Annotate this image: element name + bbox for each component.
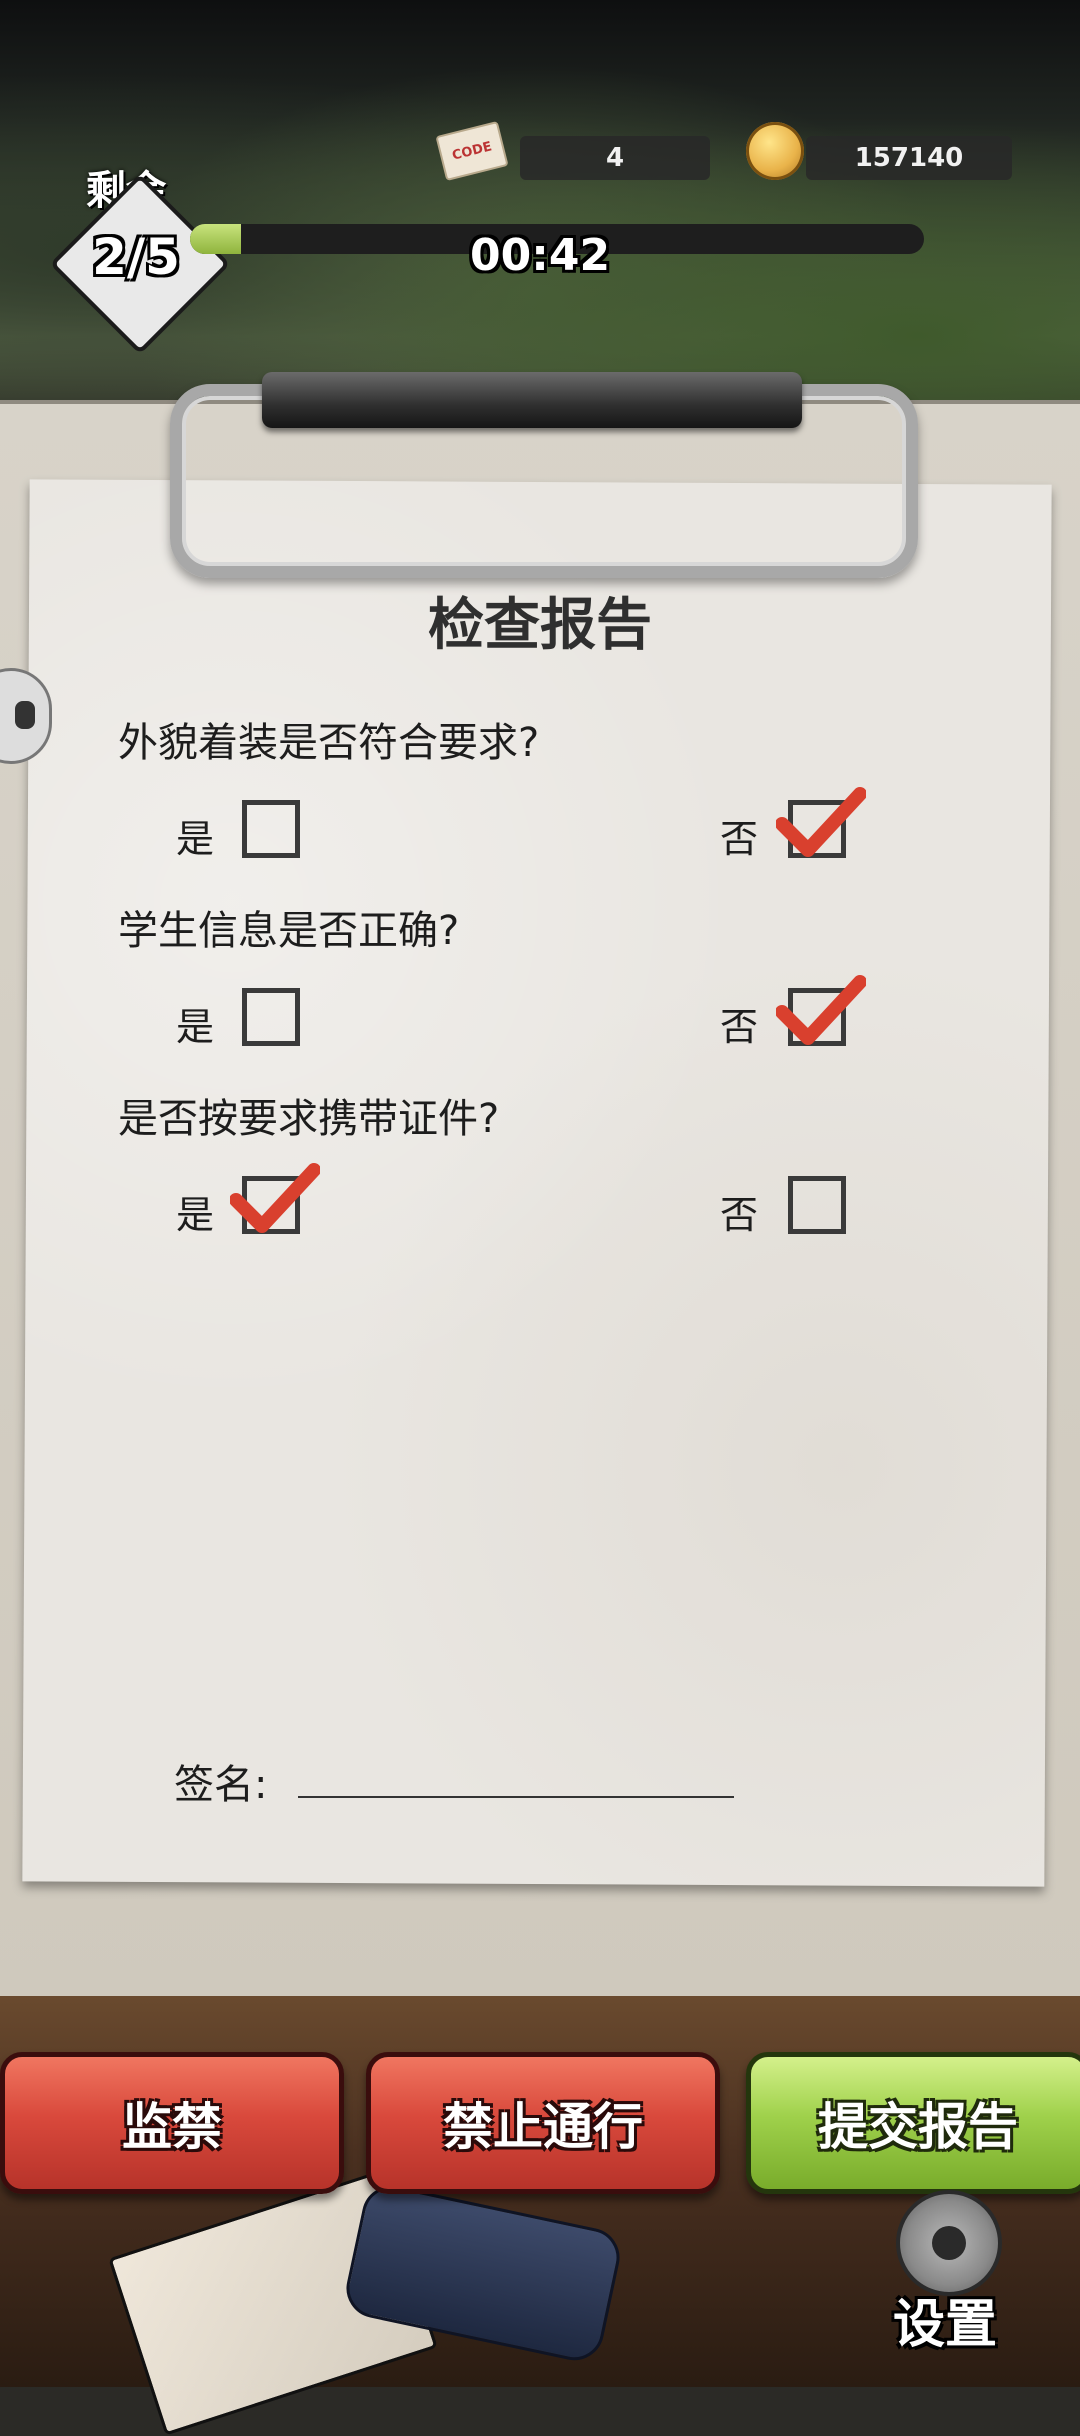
signature-line[interactable]: [298, 1796, 734, 1798]
q2-yes-label: 是: [176, 1005, 215, 1049]
q3-yes-checkbox[interactable]: [242, 1176, 300, 1234]
signature-label: 签名:: [174, 1762, 268, 1808]
clipboard-clip-bar: [262, 372, 802, 428]
settings-button-label: 设置: [892, 2295, 997, 2355]
question-appearance: 外貌着装是否符合要求?: [118, 720, 540, 766]
deny-entry-button-label: 禁止通行: [443, 2098, 643, 2156]
q3-no-label: 否: [720, 1193, 759, 1237]
q2-no-label: 否: [720, 1005, 759, 1049]
q1-yes-checkbox[interactable]: [242, 800, 300, 858]
settings-button[interactable]: 设置: [860, 2190, 1030, 2370]
question-student-info: 学生信息是否正确?: [118, 908, 460, 954]
q1-no-checkbox[interactable]: [788, 800, 846, 858]
q1-yes-label: 是: [176, 817, 215, 861]
coin-icon: [746, 122, 804, 180]
q3-yes-label: 是: [176, 1193, 215, 1237]
q2-yes-checkbox[interactable]: [242, 988, 300, 1046]
q3-no-checkbox[interactable]: [788, 1176, 846, 1234]
code-counter: 4: [520, 136, 710, 180]
coin-counter: 157140: [806, 136, 1012, 180]
coin-count-value: 157140: [854, 143, 964, 173]
remaining-count: 2/5: [92, 228, 180, 286]
report-title: 检查报告: [428, 593, 652, 658]
submit-report-button-label: 提交报告: [818, 2098, 1018, 2156]
countdown-timer: 00:42: [470, 230, 611, 281]
detain-button[interactable]: 监禁: [0, 2052, 344, 2194]
submit-report-button[interactable]: 提交报告: [746, 2052, 1080, 2194]
q1-no-label: 否: [720, 817, 759, 861]
question-documents: 是否按要求携带证件?: [118, 1096, 500, 1142]
deny-entry-button[interactable]: 禁止通行: [366, 2052, 720, 2194]
gear-icon: [896, 2190, 1002, 2296]
q2-no-checkbox[interactable]: [788, 988, 846, 1046]
time-progress-fill: [190, 224, 242, 254]
code-count-value: 4: [605, 143, 625, 173]
report-paper: [22, 479, 1052, 1887]
detain-button-label: 监禁: [122, 2098, 222, 2156]
